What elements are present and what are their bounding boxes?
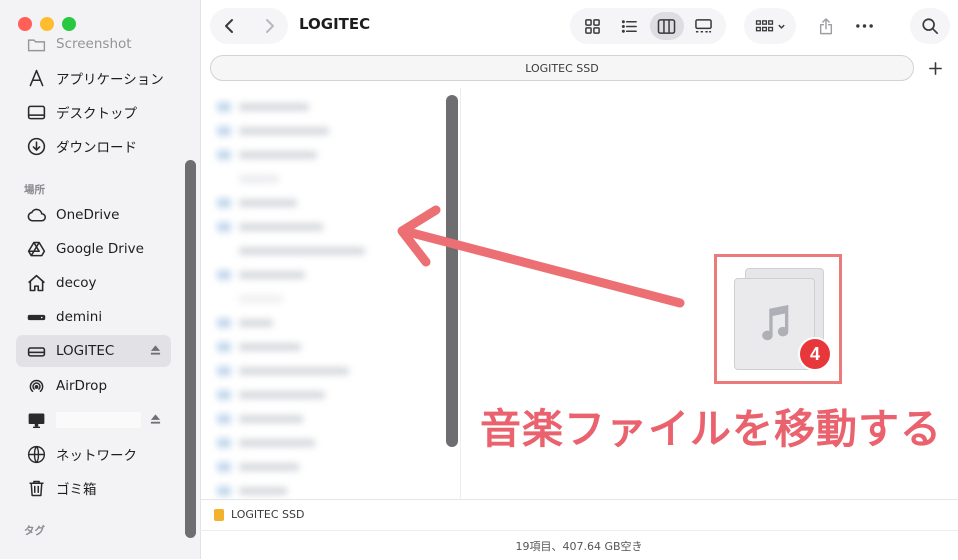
music-note-icon (761, 305, 788, 341)
share-icon (819, 17, 833, 34)
ellipsis-icon (855, 24, 873, 28)
sidebar-section-tags: タグ (24, 525, 45, 537)
sidebar-item-label: デスクトップ (56, 106, 137, 122)
column-view-button[interactable] (649, 12, 684, 40)
eject-icon[interactable] (150, 413, 161, 425)
sidebar-scrollbar[interactable] (185, 160, 196, 538)
gallery-icon (695, 18, 712, 32)
toolbar: LOGITEC (200, 0, 958, 52)
network-icon (25, 443, 47, 465)
icon-view-button[interactable] (576, 12, 610, 40)
computer-icon (25, 409, 47, 431)
sidebar-item-airdrop[interactable]: AirDrop (16, 370, 171, 402)
sidebar-item-network[interactable]: ネットワーク (16, 438, 171, 470)
sidebar-item-label: Google Drive (56, 241, 144, 257)
list-icon (621, 19, 637, 33)
sidebar-item-label: ダウンロード (56, 140, 137, 156)
sidebar-item-label: アプリケーション (56, 72, 164, 88)
redacted-label (56, 412, 141, 428)
sidebar-item-label: LOGITEC (56, 343, 115, 359)
forward-button[interactable] (249, 8, 288, 44)
folder-icon (25, 33, 47, 55)
google-drive-icon (25, 238, 47, 260)
sidebar-item-onedrive[interactable]: OneDrive (16, 199, 171, 231)
sidebar-item-google-drive[interactable]: Google Drive (16, 233, 171, 265)
columns-icon (657, 18, 676, 34)
new-tab-button[interactable] (922, 56, 948, 80)
search-button[interactable] (910, 8, 950, 44)
sidebar-item-label: decoy (56, 275, 97, 291)
share-button[interactable] (806, 8, 846, 44)
column-divider[interactable] (460, 88, 461, 498)
downloads-icon (25, 135, 47, 157)
view-switcher (570, 8, 726, 44)
eject-icon[interactable] (150, 344, 161, 356)
sidebar-item-logitec[interactable]: LOGITEC (16, 335, 171, 367)
minimize-button[interactable] (40, 17, 54, 31)
gallery-view-button[interactable] (687, 12, 721, 40)
cloud-icon (25, 204, 47, 226)
plus-icon (928, 61, 942, 75)
external-drive-icon (25, 306, 47, 328)
column-scrollbar[interactable] (446, 95, 458, 447)
sidebar-section-locations: 場所 (24, 184, 45, 196)
applications-icon (25, 67, 47, 89)
chevron-left-icon (224, 19, 233, 33)
sidebar-item-desktop[interactable]: デスクトップ (16, 96, 171, 128)
tab-logitec-ssd[interactable]: LOGITEC SSD (210, 55, 914, 81)
sidebar: Screenshot アプリケーション デスクトップ ダウンロード 場所 One… (0, 0, 201, 559)
sidebar-item-decoy[interactable]: decoy (16, 267, 171, 299)
sidebar-item-applications[interactable]: アプリケーション (16, 62, 171, 94)
sidebar-item-downloads[interactable]: ダウンロード (16, 130, 171, 162)
trash-icon (25, 477, 47, 499)
zoom-button[interactable] (62, 17, 76, 31)
close-button[interactable] (18, 17, 32, 31)
more-button[interactable] (844, 8, 884, 44)
airdrop-icon (25, 375, 47, 397)
finder-window: Screenshot アプリケーション デスクトップ ダウンロード 場所 One… (0, 0, 958, 559)
sidebar-item-label: ネットワーク (56, 448, 137, 464)
sidebar-item-label: ゴミ箱 (56, 482, 97, 498)
search-icon (922, 18, 939, 35)
sidebar-item-label: Screenshot (56, 36, 132, 52)
list-view-button[interactable] (613, 12, 647, 40)
group-icon (755, 19, 773, 31)
path-item-logitec-ssd[interactable]: LOGITEC SSD (231, 508, 304, 521)
sidebar-item-label: OneDrive (56, 207, 120, 223)
sidebar-item-screenshot[interactable]: Screenshot (16, 28, 171, 60)
group-by-button[interactable] (744, 8, 796, 44)
file-count-badge: 4 (798, 337, 832, 371)
sidebar-item-label: AirDrop (56, 378, 108, 394)
sidebar-item-demini[interactable]: demini (16, 301, 171, 333)
path-bar: LOGITEC SSD (200, 499, 958, 529)
desktop-icon (25, 101, 47, 123)
window-controls (18, 17, 76, 31)
annotation-caption: 音楽ファイルを移動する (480, 405, 942, 453)
grid-icon (585, 18, 600, 34)
sidebar-item-trash[interactable]: ゴミ箱 (16, 472, 171, 504)
chevron-down-icon (777, 24, 785, 29)
sidebar-item-computer[interactable] (16, 404, 171, 436)
drive-icon (214, 508, 224, 521)
home-icon (25, 272, 47, 294)
blurred-file-list (205, 92, 443, 496)
window-title: LOGITEC (299, 15, 371, 33)
navigation-buttons (210, 8, 288, 44)
status-bar: 19項目、407.64 GB空き (200, 530, 958, 560)
disk-icon (25, 340, 47, 362)
back-button[interactable] (210, 8, 249, 44)
sidebar-item-label: demini (56, 309, 103, 325)
chevron-right-icon (265, 19, 274, 33)
